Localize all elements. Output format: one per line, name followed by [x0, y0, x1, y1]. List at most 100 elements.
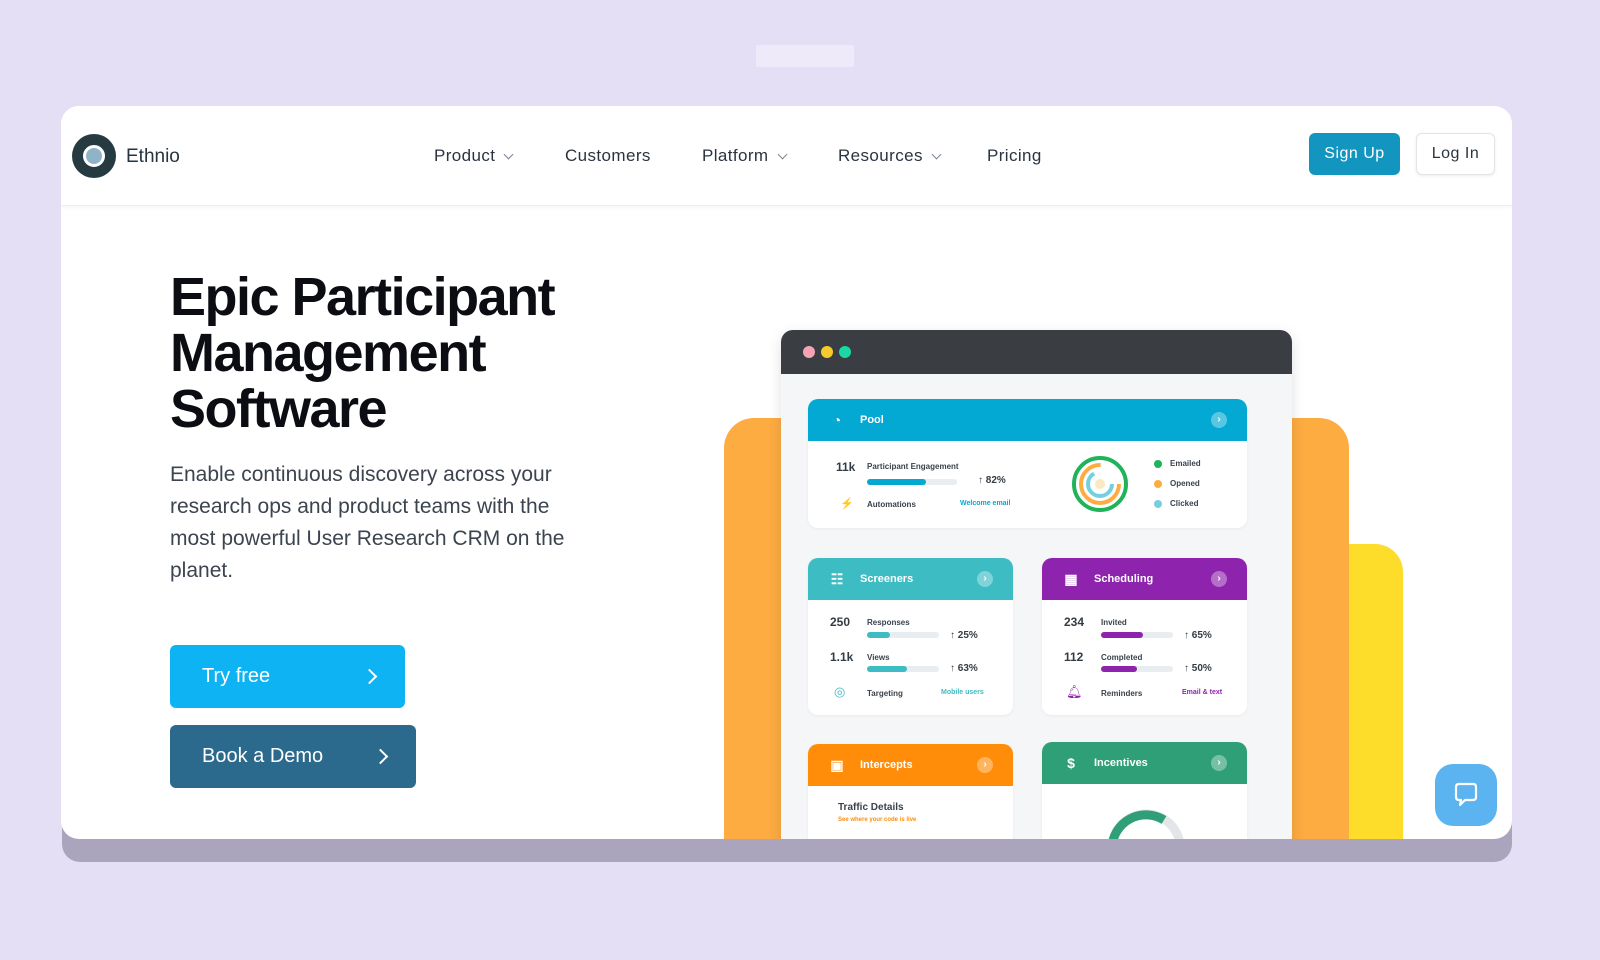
scheduling-title: Scheduling — [1094, 573, 1154, 585]
screeners-card: ☷ Screeners › 250 Responses ↑ 25% 1.1k V… — [808, 558, 1013, 715]
targeting-label: Targeting — [867, 689, 903, 698]
chevron-down-icon — [777, 149, 787, 159]
nav-product-label: Product — [434, 146, 496, 165]
engagement-pct-value: 82% — [985, 475, 1006, 486]
engagement-donut — [1072, 456, 1128, 512]
views-count: 1.1k — [830, 650, 854, 664]
pool-card-header: ◔ Pool › — [808, 399, 1247, 441]
scheduling-card-header: ▦ Scheduling › — [1042, 558, 1247, 600]
target-icon: ◎ — [834, 684, 846, 699]
nav-product[interactable]: Product — [434, 146, 514, 166]
views-bar-fill — [867, 666, 908, 672]
calendar-icon: ▦ — [1064, 571, 1078, 587]
chevron-right-icon — [361, 668, 378, 685]
reminders-link[interactable]: Email & text — [1182, 689, 1222, 696]
window-icon: ▣ — [830, 757, 844, 773]
invited-bar — [1101, 632, 1173, 638]
legend-clicked-label: Clicked — [1170, 499, 1199, 508]
completed-pct-value: 50% — [1191, 663, 1212, 674]
list-icon: ☷ — [830, 571, 844, 587]
incentives-gauge — [1108, 809, 1184, 839]
bell-icon: 🔔︎ — [1066, 684, 1083, 699]
views-pct-value: 63% — [957, 663, 978, 674]
scheduling-card: ▦ Scheduling › 234 Invited ↑ 65% 112 Com… — [1042, 558, 1247, 715]
automations-label: Automations — [867, 500, 916, 509]
pool-icon: ◔ — [832, 412, 842, 428]
hero-title: Epic Participant Management Software — [170, 267, 556, 439]
chat-widget-button[interactable] — [1435, 764, 1497, 826]
legend-dot-icon — [1154, 479, 1162, 488]
chevron-down-icon — [931, 149, 942, 159]
nav-customers-label: Customers — [565, 146, 651, 165]
traffic-subtext: See where your code is live — [838, 817, 917, 823]
money-bag-icon: $ — [1067, 755, 1075, 771]
automations-link[interactable]: Welcome email — [960, 500, 1010, 507]
window-dot-icon — [803, 346, 815, 358]
responses-bar-fill — [867, 632, 891, 638]
completed-bar — [1101, 666, 1173, 672]
nav-platform[interactable]: Platform — [702, 146, 787, 166]
incentives-card: $ Incentives › — [1042, 742, 1247, 839]
screeners-card-header: ☷ Screeners › — [808, 558, 1013, 600]
nav-platform-label: Platform — [702, 146, 769, 165]
chat-bubble-icon — [1454, 782, 1478, 807]
chevron-right-icon[interactable]: › — [977, 757, 993, 773]
intercepts-card: ▣ Intercepts › Traffic Details See where… — [808, 744, 1013, 839]
log-in-button[interactable]: Log In — [1416, 133, 1495, 175]
window-dot-icon — [821, 346, 833, 358]
completed-label: Completed — [1101, 653, 1143, 662]
chevron-down-icon — [503, 149, 514, 159]
legend-dot-icon — [1154, 499, 1162, 508]
book-demo-button[interactable]: Book a Demo — [170, 725, 416, 788]
browser-tab-pill — [756, 45, 854, 67]
chevron-right-icon[interactable]: › — [1211, 571, 1227, 587]
views-bar — [867, 666, 939, 672]
window-dot-icon — [839, 346, 851, 358]
legend-clicked: Clicked — [1154, 499, 1198, 508]
completed-count: 112 — [1064, 650, 1084, 664]
nav-pricing[interactable]: Pricing — [987, 146, 1042, 166]
invited-bar-fill — [1101, 632, 1143, 638]
nav-customers[interactable]: Customers — [565, 146, 651, 166]
brand-name[interactable]: Ethnio — [126, 146, 180, 168]
try-free-button[interactable]: Try free — [170, 645, 405, 708]
nav-resources-label: Resources — [838, 146, 923, 165]
sign-up-button[interactable]: Sign Up — [1309, 133, 1400, 175]
pool-title: Pool — [860, 414, 884, 426]
engagement-label: Participant Engagement — [867, 462, 959, 471]
completed-bar-fill — [1101, 666, 1137, 672]
pool-count: 11k — [836, 460, 856, 474]
screeners-title: Screeners — [860, 573, 914, 585]
traffic-details: Traffic Details — [838, 802, 904, 813]
invited-pct-value: 65% — [1191, 630, 1212, 641]
completed-pct: ↑ 50% — [1184, 663, 1212, 674]
engagement-bar-fill — [867, 479, 927, 485]
invited-pct: ↑ 65% — [1184, 630, 1212, 641]
views-pct: ↑ 63% — [950, 663, 978, 674]
intercepts-title: Intercepts — [860, 759, 913, 771]
chevron-right-icon[interactable]: › — [977, 571, 993, 587]
dashboard-illustration: ◔ Pool › 11k Participant Engagement ↑ 82… — [781, 330, 1292, 839]
chevron-right-icon — [372, 748, 389, 765]
legend-emailed: Emailed — [1154, 459, 1201, 468]
responses-bar — [867, 632, 939, 638]
targeting-link[interactable]: Mobile users — [941, 689, 984, 696]
top-navigation: Ethnio Product Customers Platform Resour… — [61, 106, 1512, 206]
responses-count: 250 — [830, 615, 851, 629]
ethnio-logo-icon[interactable] — [72, 134, 116, 178]
legend-dot-icon — [1154, 459, 1162, 468]
try-free-label: Try free — [202, 665, 271, 687]
book-demo-label: Book a Demo — [202, 745, 324, 767]
incentives-title: Incentives — [1094, 757, 1148, 769]
nav-resources[interactable]: Resources — [838, 146, 942, 166]
legend-opened-label: Opened — [1170, 479, 1200, 488]
incentives-card-header: $ Incentives › — [1042, 742, 1247, 784]
responses-label: Responses — [867, 618, 910, 627]
nav-pricing-label: Pricing — [987, 146, 1042, 165]
responses-pct-value: 25% — [957, 630, 978, 641]
engagement-bar — [867, 479, 957, 485]
chevron-right-icon[interactable]: › — [1211, 412, 1227, 428]
lightning-icon: ⚡ — [840, 498, 854, 510]
chevron-right-icon[interactable]: › — [1211, 755, 1227, 771]
invited-label: Invited — [1101, 618, 1127, 627]
